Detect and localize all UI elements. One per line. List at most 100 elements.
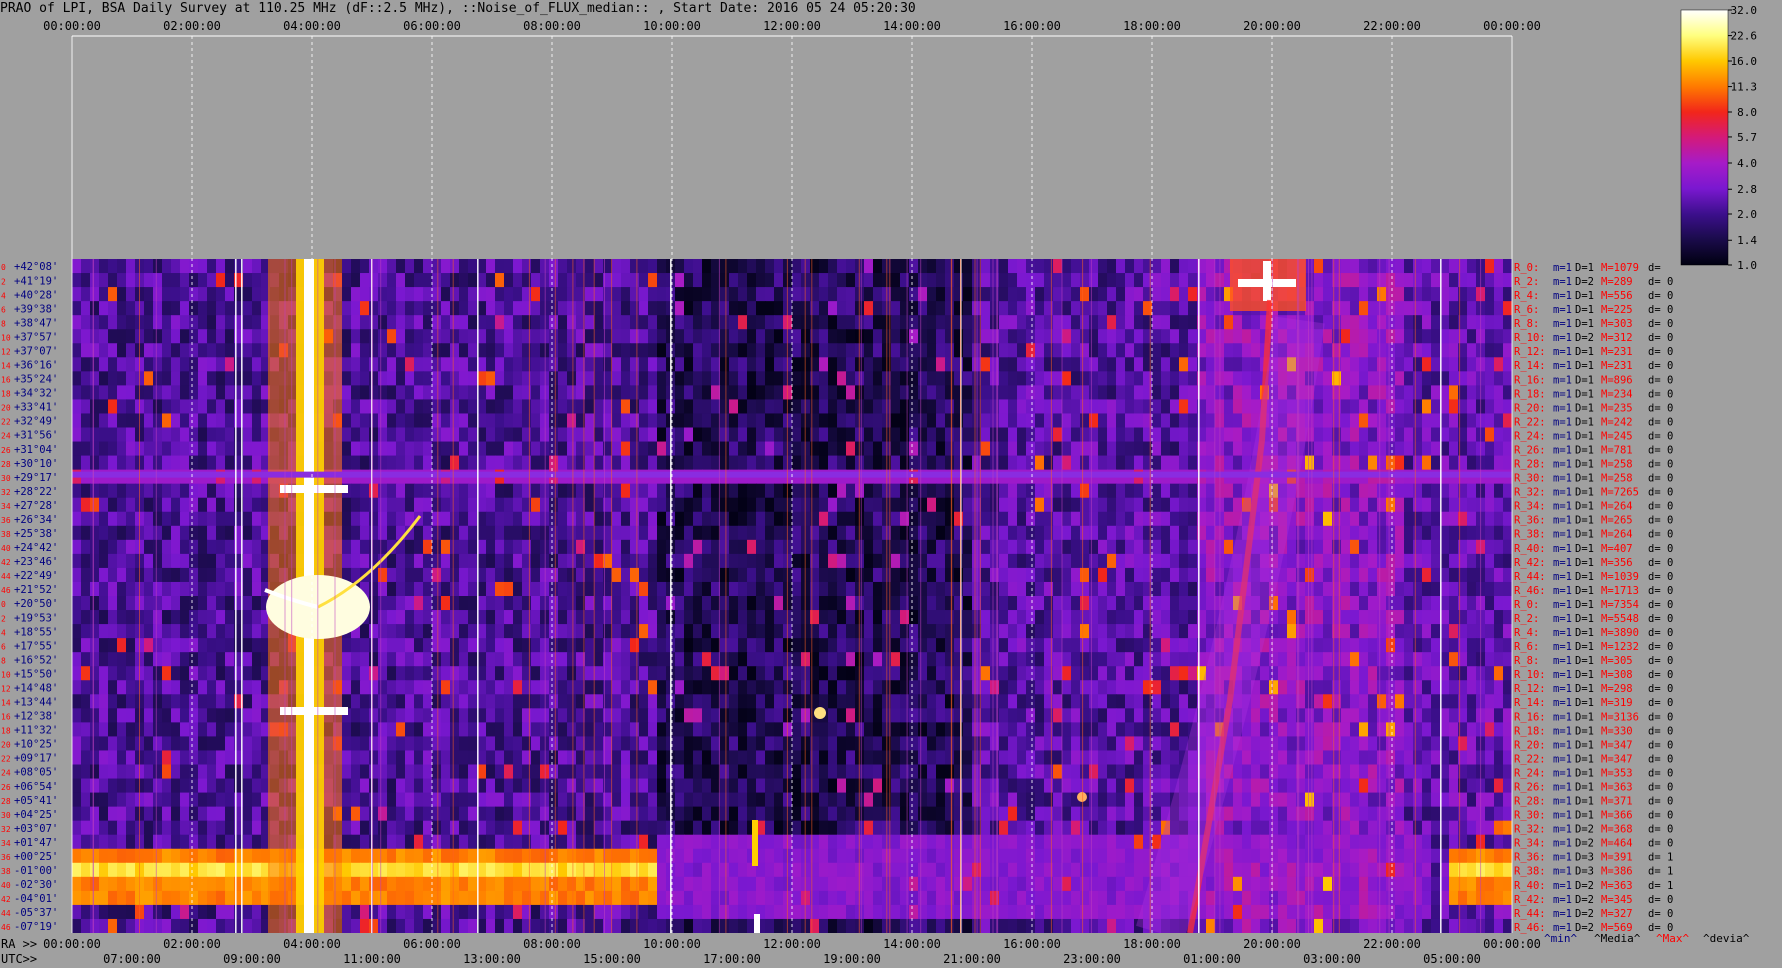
heat-cell bbox=[1080, 666, 1090, 681]
heat-cell bbox=[693, 315, 703, 330]
heat-cell bbox=[1386, 610, 1396, 625]
heat-cell bbox=[1080, 483, 1090, 499]
heat-cell bbox=[594, 511, 604, 527]
heat-cell bbox=[747, 357, 757, 372]
heat-cell bbox=[1170, 441, 1180, 457]
heat-cell bbox=[936, 455, 946, 471]
heat-cell bbox=[1107, 525, 1117, 541]
heat-cell bbox=[891, 427, 901, 443]
heat-cell bbox=[1395, 455, 1405, 471]
heat-cell bbox=[1080, 357, 1090, 372]
heat-cell bbox=[1449, 652, 1459, 667]
heat-cell bbox=[90, 343, 100, 358]
heat-cell bbox=[1179, 301, 1189, 316]
heat-cell bbox=[765, 301, 775, 316]
heat-cell bbox=[1170, 581, 1180, 597]
heat-cell bbox=[801, 315, 811, 330]
heat-cell bbox=[792, 273, 802, 288]
heat-cell bbox=[468, 666, 478, 681]
heat-cell bbox=[693, 567, 703, 583]
heat-cell bbox=[378, 301, 388, 316]
heat-cell bbox=[351, 427, 361, 443]
heat-cell bbox=[441, 511, 451, 527]
heat-cell bbox=[1449, 357, 1459, 372]
heat-cell bbox=[189, 385, 199, 401]
heat-cell bbox=[1053, 315, 1063, 330]
heat-cell bbox=[1026, 385, 1036, 401]
heat-cell bbox=[1071, 413, 1081, 429]
heat-cell bbox=[756, 455, 766, 471]
heat-cell bbox=[1422, 385, 1432, 401]
heat-cell bbox=[1377, 539, 1387, 555]
heat-cell bbox=[684, 680, 694, 695]
heat-cell bbox=[846, 511, 856, 527]
heat-cell bbox=[1143, 539, 1153, 555]
heat-cell bbox=[558, 371, 568, 386]
heat-cell bbox=[360, 399, 370, 415]
heat-cell bbox=[846, 567, 856, 583]
heat-cell bbox=[549, 357, 559, 372]
heat-cell bbox=[918, 455, 928, 471]
heat-cell bbox=[828, 497, 838, 513]
heat-cell bbox=[1152, 385, 1162, 401]
heat-cell bbox=[639, 273, 649, 288]
heat-cell bbox=[837, 553, 847, 569]
heat-cell bbox=[567, 567, 577, 583]
heat-cell bbox=[459, 483, 469, 499]
heat-cell bbox=[153, 427, 163, 443]
heat-cell bbox=[522, 357, 532, 372]
heat-cell bbox=[1404, 413, 1414, 429]
heat-cell bbox=[1026, 441, 1036, 457]
heat-cell bbox=[126, 638, 136, 653]
heat-cell bbox=[1467, 567, 1477, 583]
heat-cell bbox=[1179, 666, 1189, 681]
heat-cell bbox=[1170, 497, 1180, 513]
heat-cell bbox=[414, 666, 424, 681]
heat-cell bbox=[657, 399, 667, 415]
heat-cell bbox=[1350, 525, 1360, 541]
heat-cell bbox=[693, 441, 703, 457]
heat-cell bbox=[639, 287, 649, 302]
heat-cell bbox=[144, 694, 154, 709]
heat-cell bbox=[432, 638, 442, 653]
heat-cell bbox=[1080, 301, 1090, 316]
heat-cell bbox=[1323, 385, 1333, 401]
heat-cell bbox=[594, 567, 604, 583]
heat-cell bbox=[450, 624, 460, 639]
heat-cell bbox=[873, 455, 883, 471]
heat-cell bbox=[144, 399, 154, 415]
heat-cell bbox=[1161, 652, 1171, 667]
heat-cell bbox=[1494, 371, 1504, 386]
heat-cell bbox=[828, 301, 838, 316]
heat-cell bbox=[1503, 329, 1512, 344]
heat-cell bbox=[1143, 287, 1153, 302]
heat-cell bbox=[621, 287, 631, 302]
heat-cell bbox=[405, 666, 415, 681]
heat-cell bbox=[1107, 483, 1117, 499]
heat-cell bbox=[1116, 680, 1126, 695]
heat-cell bbox=[684, 596, 694, 611]
heat-cell bbox=[1008, 441, 1018, 457]
heat-cell bbox=[1305, 511, 1315, 527]
heat-cell bbox=[171, 273, 181, 288]
heat-cell bbox=[549, 610, 559, 625]
heat-cell bbox=[486, 301, 496, 316]
heat-cell bbox=[225, 539, 235, 555]
heat-cell bbox=[630, 581, 640, 597]
heat-cell bbox=[1080, 455, 1090, 471]
heat-cell bbox=[729, 596, 739, 611]
heat-cell bbox=[1116, 441, 1126, 457]
heat-cell bbox=[1404, 483, 1414, 499]
heat-cell bbox=[468, 427, 478, 443]
heat-cell bbox=[1125, 273, 1135, 288]
heat-cell bbox=[1161, 343, 1171, 358]
heat-cell bbox=[531, 596, 541, 611]
heat-cell bbox=[423, 680, 433, 695]
heat-cell bbox=[1170, 483, 1180, 499]
heat-cell bbox=[1206, 441, 1216, 457]
heat-cell bbox=[1071, 525, 1081, 541]
heat-cell bbox=[108, 553, 118, 569]
heat-cell bbox=[1350, 315, 1360, 330]
heat-cell bbox=[900, 666, 910, 681]
heat-cell bbox=[828, 371, 838, 386]
